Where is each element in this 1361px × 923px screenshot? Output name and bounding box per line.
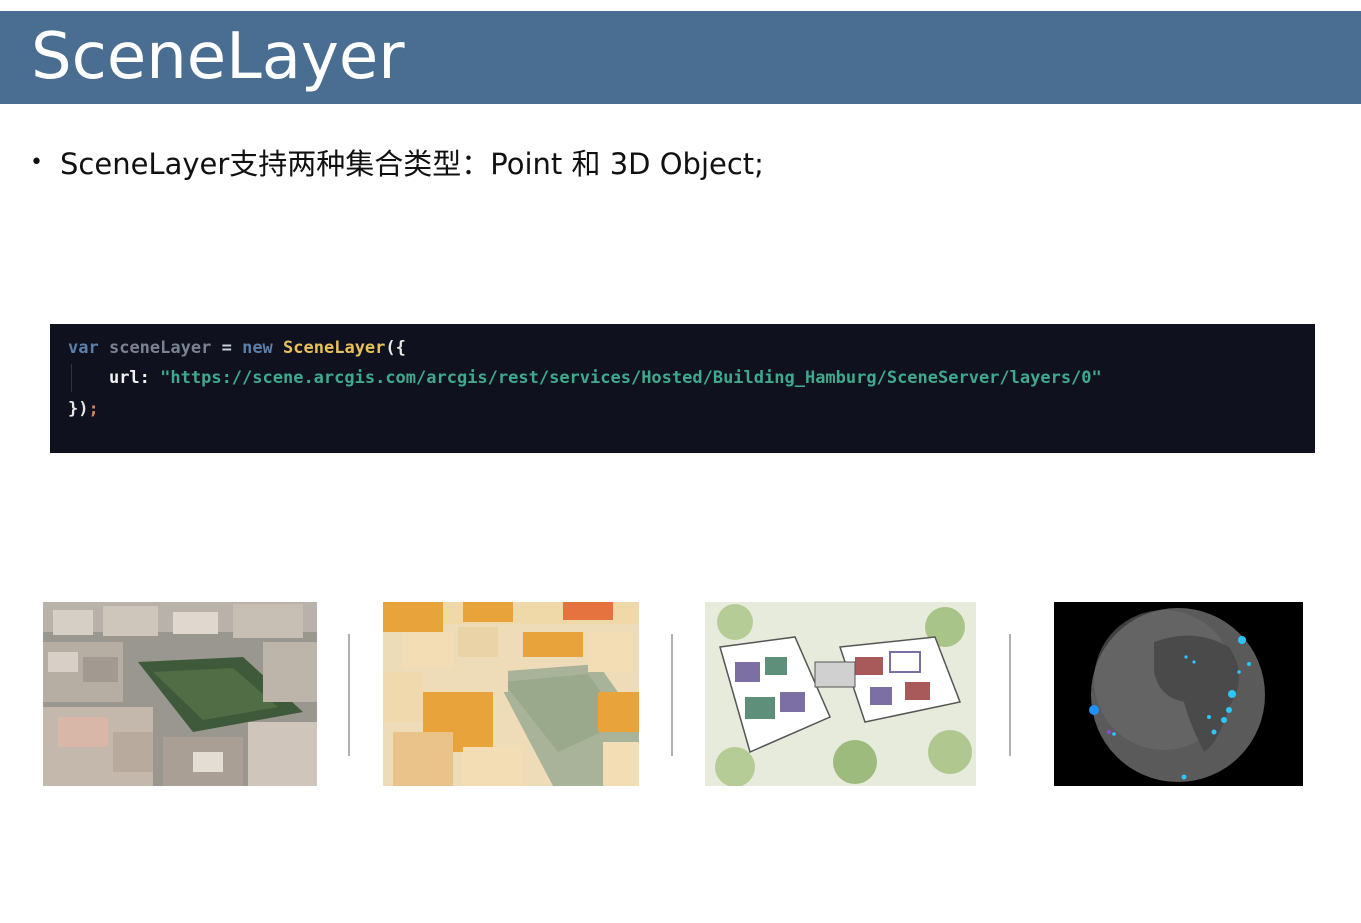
city-buildings-image [383,602,639,786]
buildings-icon [383,602,639,786]
globe-icon [1054,602,1303,786]
operator: = [221,338,232,358]
image-divider-2 [671,634,673,756]
slide-title: SceneLayer [31,20,405,94]
semicolon: ; [88,399,99,419]
image-divider-3 [1009,634,1011,756]
keyword-new: new [242,338,273,358]
building-floorplan-image [705,602,976,786]
class-name: SceneLayer [283,338,386,358]
title-bar: SceneLayer [0,11,1361,104]
floorplan-icon [705,602,976,786]
variable-name: sceneLayer [108,338,212,358]
property-name: url: [108,368,150,388]
bullet-item: • SceneLayer支持两种集合类型：Point 和 3D Object; [30,142,764,182]
bullet-icon: • [30,149,43,175]
code-line-2: url: "https://scene.arcgis.com/arcgis/re… [68,368,1102,388]
bullet-text: SceneLayer支持两种集合类型：Point 和 3D Object; [60,147,764,181]
city-photo-icon [43,602,317,786]
url-string: "https://scene.arcgis.com/arcgis/rest/se… [160,368,1102,388]
code-line-3: }); [68,399,99,419]
open-paren: ({ [385,338,406,358]
keyword-var: var [68,338,99,358]
city-photo-image [43,602,317,786]
image-divider-1 [348,634,350,756]
code-line-1: var sceneLayer = new SceneLayer({ [68,338,406,358]
code-block: var sceneLayer = new SceneLayer({ url: "… [50,324,1315,453]
close-paren: }) [68,399,89,419]
globe-points-image [1054,602,1303,786]
